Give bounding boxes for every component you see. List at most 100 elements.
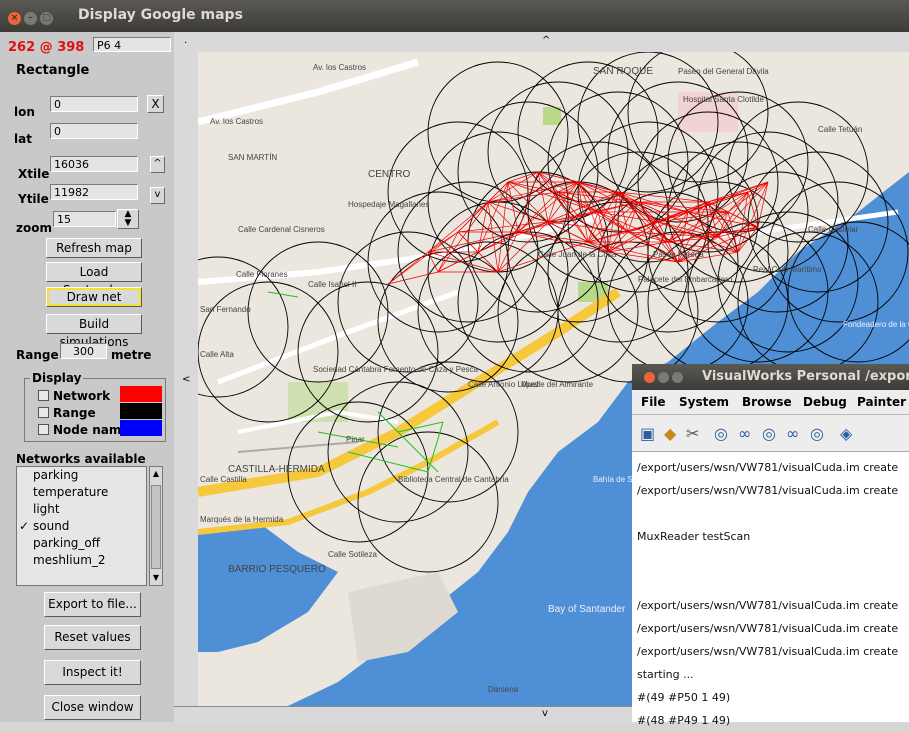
node-name-checkbox[interactable]: Node name [38,423,120,437]
map-label: Calle Juan de la Cosa [538,250,617,259]
control-panel: 262 @ 398 P6 4 Rectangle lon 0 X lat 0 X… [0,32,174,722]
menu-browse[interactable]: Browse [742,395,792,409]
list-item[interactable]: temperature [17,484,146,501]
clear-button[interactable]: X [147,95,164,113]
map-label: Paseo del General Dávila [678,67,769,76]
map-label: Hospedaje Magallanes [348,200,429,209]
map-label: Calle Floranes [236,270,288,279]
scroll-down-arrow[interactable]: v [542,708,548,719]
lat-input[interactable]: 0 [50,123,138,139]
range-checkbox[interactable]: Range [38,406,96,420]
maximize-icon[interactable]: □ [40,12,53,25]
menu-painter[interactable]: Painter [857,395,906,409]
binoculars-forward-icon[interactable]: ∞ [786,424,799,443]
map-label: Dársena [488,685,519,694]
lon-input[interactable]: 0 [50,96,138,112]
map-label: Calle Antonio López [468,380,539,389]
map-label: BARRIO PESQUERO [228,564,326,575]
scroll-left-arrow[interactable]: < [182,374,190,385]
zoom-label: zoom [16,221,52,235]
network-color-swatch[interactable] [120,386,162,402]
pixel-field[interactable]: P6 4 [93,37,171,52]
zoom-input[interactable]: 15 [53,211,116,227]
list-item[interactable]: light [17,501,146,518]
scroll-thumb[interactable] [151,485,161,569]
map-label: Bay of Santander [548,604,626,615]
inspect-button[interactable]: Inspect it! [44,660,141,685]
transcript-line [637,571,909,594]
list-item[interactable]: meshlium_2 [17,552,146,569]
window-title: Display Google maps [78,7,243,23]
map-label: CASTILLA-HERMIDA [228,464,325,475]
tools-icon[interactable]: ✂ [686,424,699,443]
node-name-color-swatch[interactable] [120,420,162,436]
map-label: Calle Tetuán [818,125,862,134]
package-icon[interactable]: ◆ [664,424,676,443]
networks-list[interactable]: parking temperature light ✓ sound parking… [16,466,147,586]
visualworks-window[interactable]: VisualWorks Personal /export/u File Syst… [632,364,909,727]
map-label: Calle Castilla [200,475,247,484]
transcript-line: /export/users/wsn/VW781/visualCuda.im cr… [637,461,899,474]
build-simulations-button[interactable]: Build simulations [46,314,142,349]
search-icon[interactable]: ◎ [762,424,776,443]
xtile-input[interactable]: 16036 [50,156,138,172]
maximize-icon[interactable] [672,372,683,383]
map-label: San Fernando [200,305,251,314]
range-color-swatch[interactable] [120,403,162,419]
transcript-line: /export/users/wsn/VW781/visualCuda.im cr… [637,599,899,612]
scroll-down-icon[interactable]: ▼ [151,573,161,583]
transcript[interactable]: /export/users/wsn/VW781/visualCuda.im cr… [637,456,909,732]
draw-net-button[interactable]: Draw net [46,287,142,307]
park [543,107,561,125]
list-item[interactable]: parking_off [17,535,146,552]
binoculars-icon[interactable]: ∞ [738,424,751,443]
map-label: Real Club Marítimo [753,265,822,274]
find-icon[interactable]: ◎ [714,424,728,443]
export-button[interactable]: Export to file... [44,592,141,617]
list-item[interactable]: parking [17,467,146,484]
map-label: Paseo Pereda [653,250,704,259]
menu-debug[interactable]: Debug [803,395,847,409]
range-unit: metre [111,348,152,362]
lon-label: lon [14,105,35,119]
map-label: Marqués de la Hermida [200,515,284,524]
network-checkbox[interactable]: Network [38,389,110,403]
reset-values-button[interactable]: Reset values [44,625,141,650]
menu-file[interactable]: File [641,395,666,409]
load-santander-button[interactable]: Load Santander [46,262,142,297]
range-input[interactable]: 300 [60,343,107,359]
map-label: Calle Alta [200,350,234,359]
map-left-scroll[interactable]: < [174,52,199,706]
check-icon: ✓ [19,519,30,533]
map-label: Calle Castelar [808,225,859,234]
transcript-line [637,502,909,525]
map-label: Fondeadero de la Osa [843,320,909,329]
ytile-input[interactable]: 11982 [50,184,138,200]
networks-scrollbar[interactable]: ▲ ▼ [149,466,163,586]
scroll-up-arrow[interactable]: ^ [542,35,550,46]
close-window-button[interactable]: Close window [44,695,141,720]
vw-toolbar: ▣ ◆ ✂ ◎ ∞ ◎ ∞ ◎ ◈ [632,415,909,452]
tile-down-button[interactable]: v [150,187,165,204]
range-label: Range [16,348,59,362]
display-group-title: Display [30,371,84,385]
refresh-map-button[interactable]: Refresh map [46,238,142,258]
tile-up-button[interactable]: ^ [150,156,165,173]
inspect-icon[interactable]: ◈ [840,424,852,443]
save-icon[interactable]: ▣ [640,424,655,443]
vw-title: VisualWorks Personal /export/u [702,369,909,384]
minimize-icon[interactable] [658,372,669,383]
close-window-icon[interactable] [644,372,655,383]
search-forward-icon[interactable]: ◎ [810,424,824,443]
close-window-icon[interactable]: × [8,12,21,25]
menu-system[interactable]: System [679,395,729,409]
transcript-line [637,548,909,571]
map-top-scroll[interactable]: . ^ [174,32,909,53]
minimize-icon[interactable]: – [24,12,37,25]
map-label: Calle Sotileza [328,550,377,559]
scroll-up-icon[interactable]: ▲ [151,469,161,479]
zoom-stepper[interactable]: ▲ ▼ [117,209,139,229]
vw-menu-bar: File System Browse Debug Painter [632,390,909,415]
list-item[interactable]: ✓ sound [17,518,146,535]
vw-window-controls [644,372,686,386]
